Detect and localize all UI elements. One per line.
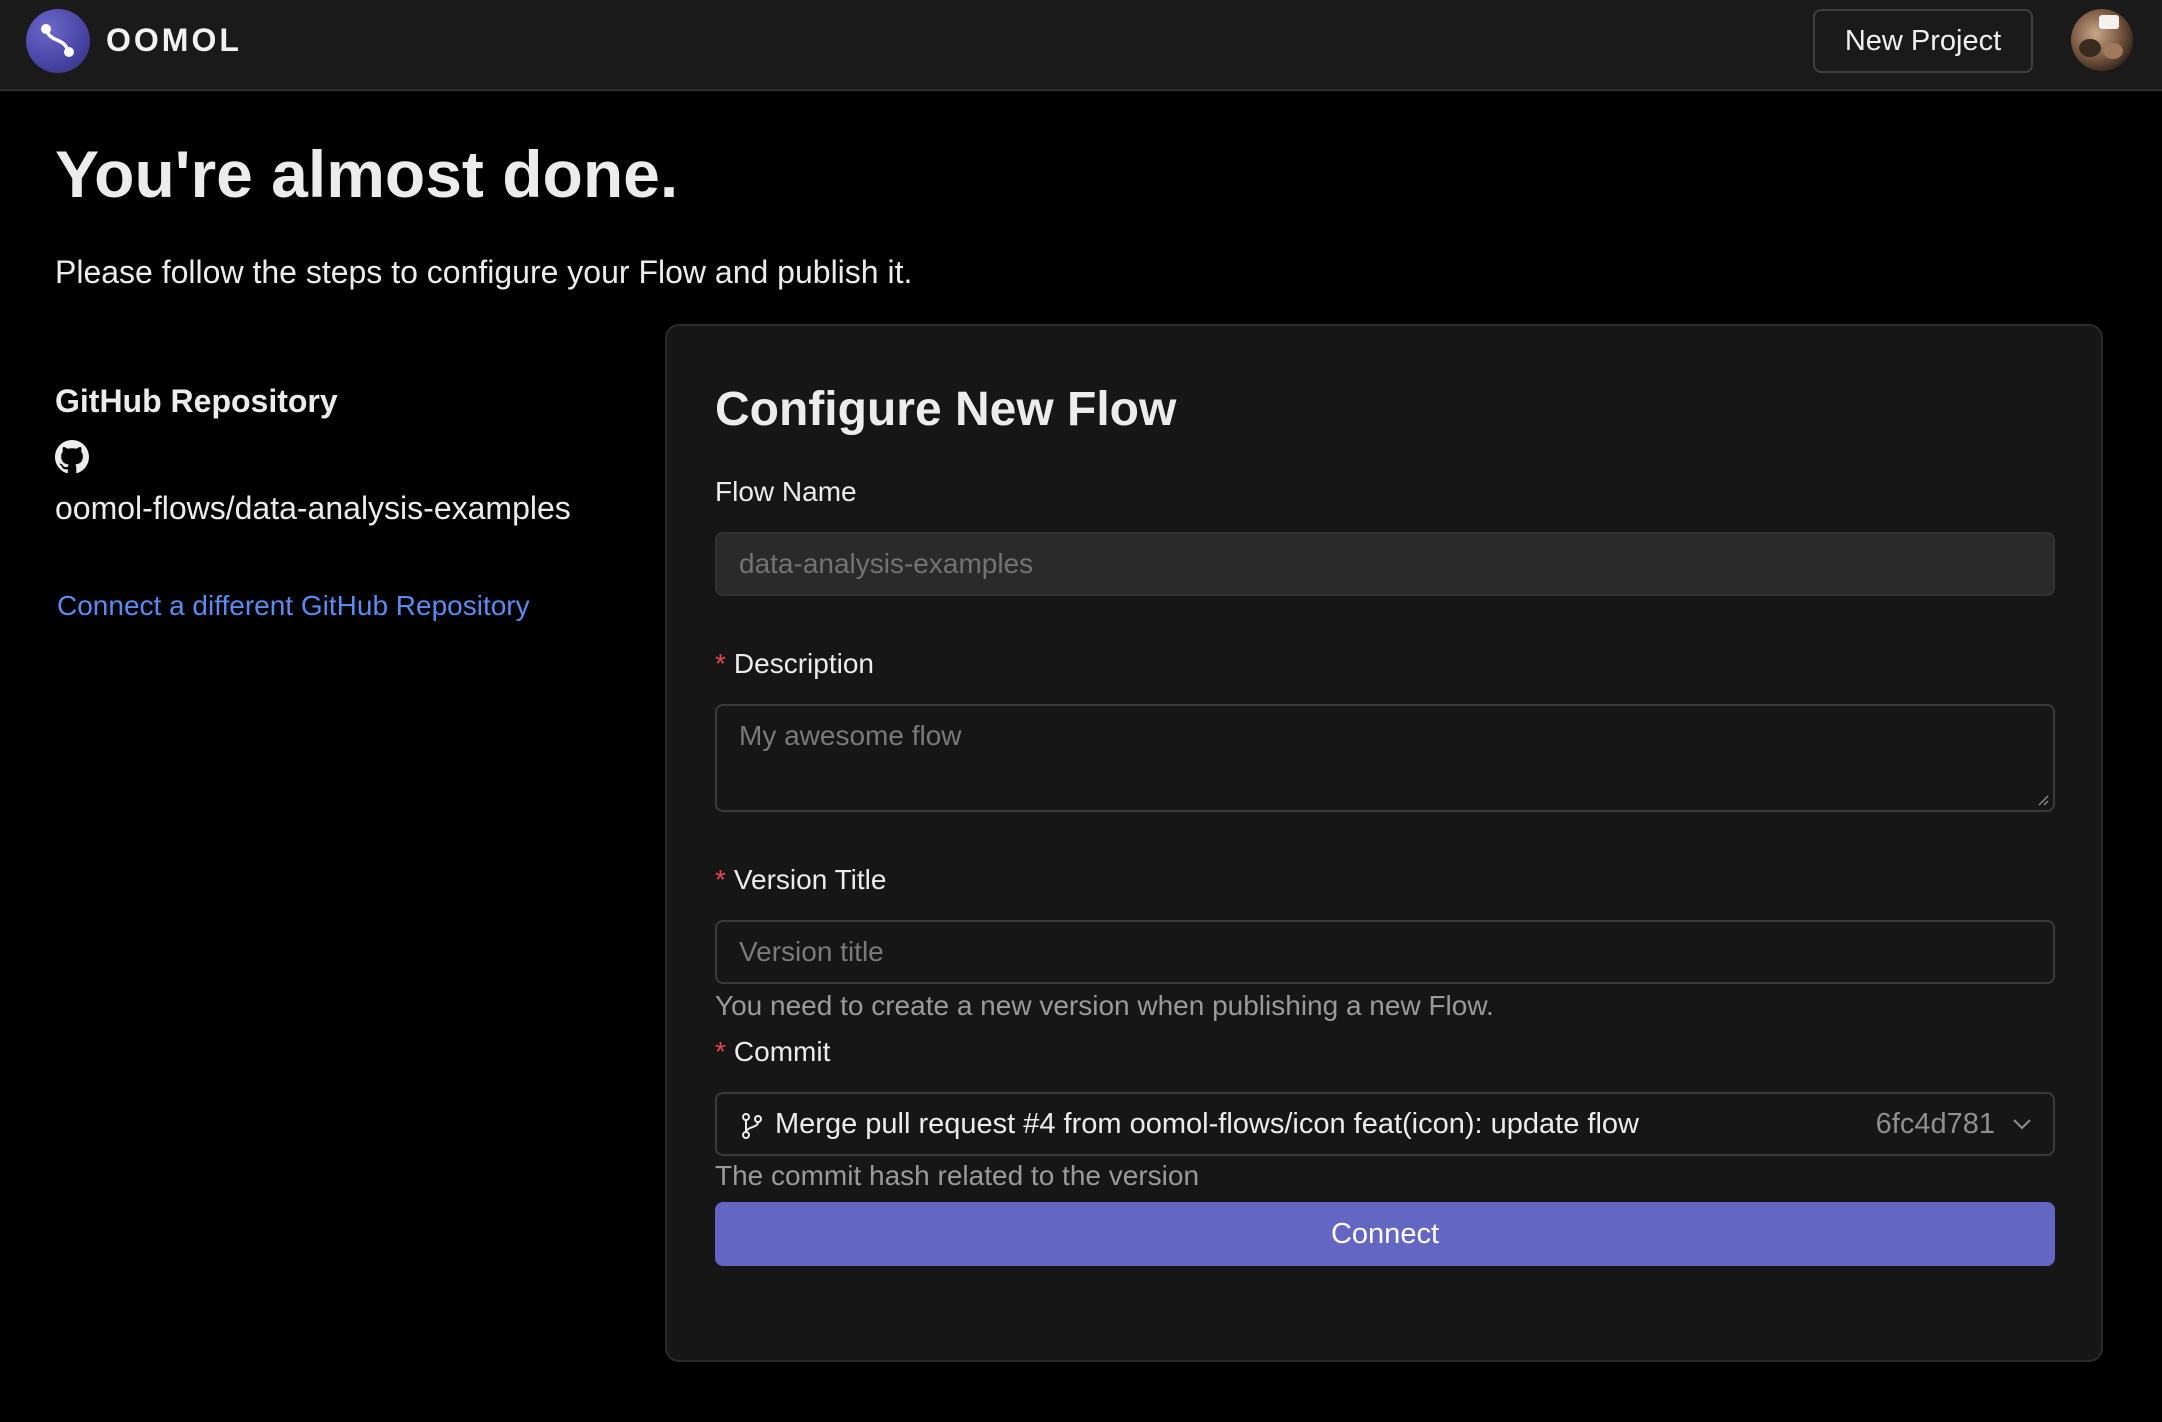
flow-name-label: Flow Name: [715, 476, 857, 507]
description-textarea[interactable]: My awesome flow: [715, 704, 2055, 812]
version-title-label-text: Version Title: [733, 864, 887, 895]
configure-flow-card: Configure New Flow Flow Name data-analys…: [665, 324, 2103, 1362]
oomol-logo-icon[interactable]: [26, 9, 90, 73]
top-bar: OOMOL New Project: [0, 0, 2162, 91]
new-project-button[interactable]: New Project: [1813, 9, 2033, 73]
commit-hash: 6fc4d781: [1875, 1108, 1995, 1140]
repository-name: oomol-flows/data-analysis-examples: [55, 490, 571, 526]
connect-button[interactable]: Connect: [715, 1202, 2055, 1266]
connect-different-repo-link[interactable]: Connect a different GitHub Repository: [57, 590, 530, 622]
description-placeholder: My awesome flow: [739, 720, 962, 751]
logo-text[interactable]: OOMOL: [106, 22, 242, 59]
commit-label-text: Commit: [733, 1036, 831, 1067]
card-title: Configure New Flow: [715, 383, 1177, 436]
github-icon: [55, 440, 89, 474]
commit-label: * Commit: [715, 1036, 830, 1068]
page-subtitle: Please follow the steps to configure you…: [55, 254, 913, 290]
description-label: * Description: [715, 648, 874, 680]
commit-help: The commit hash related to the version: [715, 1160, 1200, 1191]
commit-message: Merge pull request #4 from oomol-flows/i…: [775, 1108, 1639, 1140]
commit-select[interactable]: Merge pull request #4 from oomol-flows/i…: [715, 1092, 2055, 1156]
repository-heading: GitHub Repository: [55, 383, 338, 419]
required-mark: *: [715, 648, 726, 679]
version-title-input[interactable]: Version title: [715, 920, 2055, 984]
page-title: You're almost done.: [55, 137, 679, 211]
version-title-label: * Version Title: [715, 864, 886, 896]
resize-handle-icon[interactable]: [2035, 792, 2049, 806]
description-label-text: Description: [733, 648, 874, 679]
chevron-down-icon[interactable]: [2011, 1116, 2033, 1132]
required-mark: *: [715, 864, 726, 895]
required-mark: *: [715, 1036, 726, 1067]
version-title-help: You need to create a new version when pu…: [715, 990, 1494, 1021]
flow-name-input[interactable]: data-analysis-examples: [715, 532, 2055, 596]
avatar[interactable]: [2071, 9, 2133, 71]
git-branch-icon: [742, 1113, 762, 1139]
